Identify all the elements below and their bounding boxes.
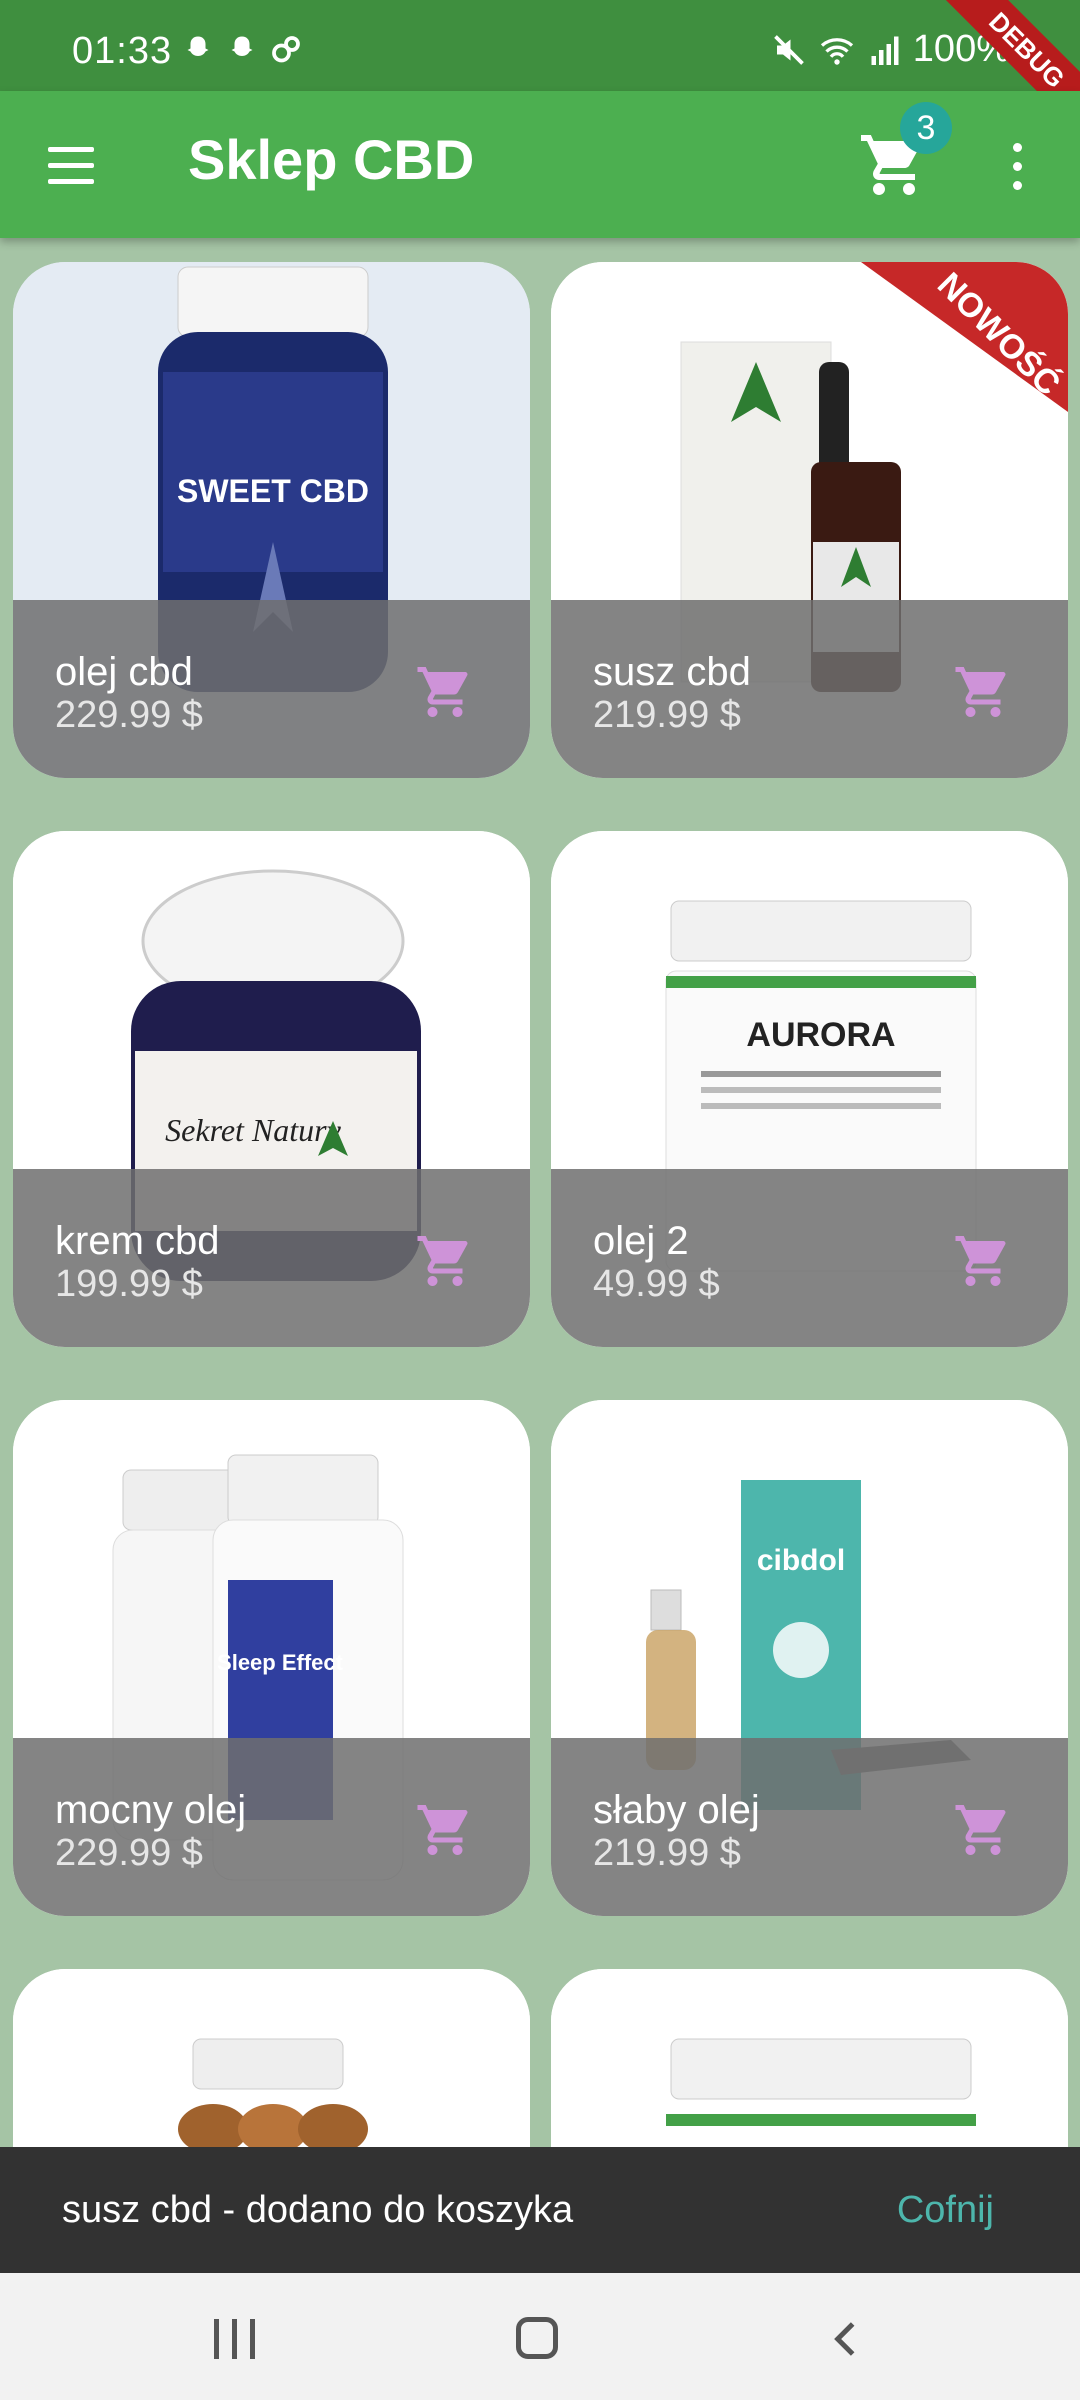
link-icon <box>272 36 300 63</box>
product-price: 229.99 $ <box>55 1832 203 1874</box>
product-name: olej cbd <box>55 650 193 694</box>
image-label: Sleep Effect <box>217 1650 344 1675</box>
menu-button[interactable] <box>42 141 102 191</box>
recent-apps-button[interactable] <box>214 2319 258 2359</box>
product-name: susz cbd <box>593 650 751 694</box>
app-bar: Sklep CBD 3 <box>0 91 1080 238</box>
product-price: 49.99 $ <box>593 1263 720 1305</box>
home-button[interactable] <box>516 2317 558 2359</box>
image-label: AURORA <box>746 1016 895 1054</box>
wifi-icon <box>820 37 853 65</box>
product-card[interactable]: AURORA olej 2 49.99 $ <box>551 831 1068 1347</box>
product-price: 219.99 $ <box>593 1832 741 1874</box>
product-name: krem cbd <box>55 1219 220 1263</box>
undo-button[interactable]: Cofnij <box>897 2189 994 2232</box>
product-name: słaby olej <box>593 1788 760 1832</box>
image-label: Sekret Natury <box>165 1112 341 1148</box>
product-name: olej 2 <box>593 1219 689 1263</box>
add-to-cart-icon[interactable] <box>415 662 475 722</box>
add-to-cart-icon[interactable] <box>415 1231 475 1291</box>
more-options-button[interactable] <box>1002 139 1032 195</box>
app-title: Sklep CBD <box>188 128 475 191</box>
product-price: 219.99 $ <box>593 694 741 736</box>
mute-icon <box>773 34 804 65</box>
product-name: mocny olej <box>55 1788 247 1832</box>
status-bar: 01:33 100% DEBUG <box>0 0 1080 147</box>
image-label: SWEET CBD <box>177 473 369 509</box>
snapchat-icon <box>231 36 253 56</box>
product-card[interactable]: NOWOŚĆ susz cbd 219.99 $ <box>551 262 1068 778</box>
add-to-cart-icon[interactable] <box>953 662 1013 722</box>
product-card[interactable]: SWEET CBD olej cbd 229.99 $ <box>13 262 530 778</box>
image-label: cibdol <box>757 1544 845 1577</box>
cart-count-badge: 3 <box>900 102 952 154</box>
product-card[interactable]: cibdol słaby olej 219.99 $ <box>551 1400 1068 1916</box>
signal-icon <box>871 36 899 65</box>
back-icon[interactable] <box>826 2319 866 2359</box>
add-to-cart-icon[interactable] <box>415 1800 475 1860</box>
add-to-cart-icon[interactable] <box>953 1231 1013 1291</box>
product-price: 199.99 $ <box>55 1263 203 1305</box>
product-card[interactable]: Sleep Effect mocny olej 229.99 $ <box>13 1400 530 1916</box>
add-to-cart-icon[interactable] <box>953 1800 1013 1860</box>
snackbar: susz cbd - dodano do koszyka Cofnij <box>0 2147 1080 2273</box>
snackbar-message: susz cbd - dodano do koszyka <box>62 2189 574 2231</box>
snapchat-icon <box>187 36 209 56</box>
product-card[interactable]: Sekret Natury krem cbd 199.99 $ <box>13 831 530 1347</box>
status-time: 01:33 <box>72 30 173 72</box>
product-price: 229.99 $ <box>55 694 203 736</box>
system-nav-bar <box>0 2273 1080 2400</box>
notification-icons <box>180 32 304 68</box>
